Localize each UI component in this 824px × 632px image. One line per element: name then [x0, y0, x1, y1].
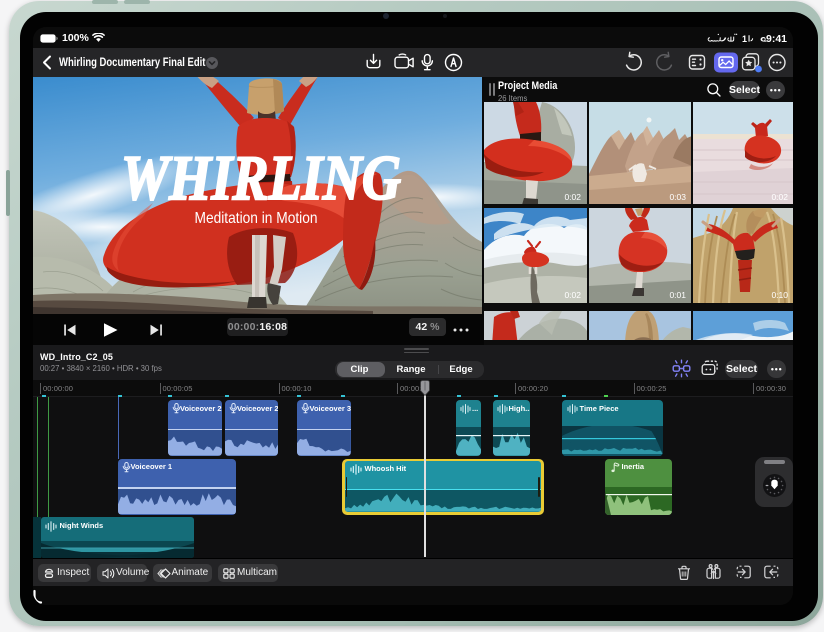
svg-text:0:02: 0:02 — [771, 192, 788, 202]
svg-text:0:01: 0:01 — [669, 290, 686, 300]
svg-text:1: 1 — [742, 34, 747, 44]
svg-text:0:02: 0:02 — [564, 192, 581, 202]
svg-text:WHIRLING: WHIRLING — [121, 142, 401, 213]
svg-text:Meditation in Motion: Meditation in Motion — [195, 210, 318, 227]
svg-text:0:10: 0:10 — [771, 290, 788, 300]
svg-text:9:41: 9:41 — [766, 33, 787, 45]
svg-text:0:03: 0:03 — [669, 192, 686, 202]
svg-text:0:02: 0:02 — [564, 290, 581, 300]
